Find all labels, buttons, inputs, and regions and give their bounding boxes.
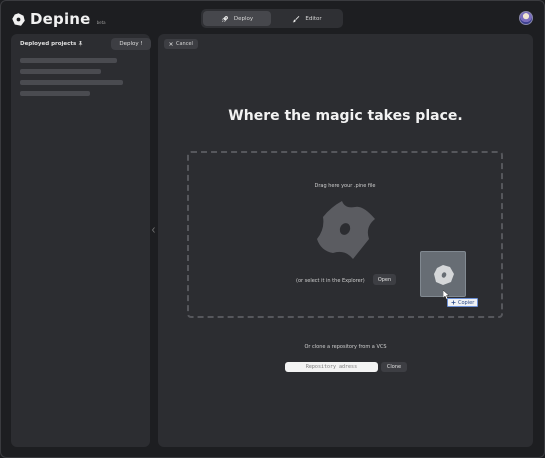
tab-deploy-label: Deploy [233,15,254,22]
sidebar: Deployed projects Deploy ! [11,34,151,447]
copy-drop-label: Copier [458,299,475,306]
user-avatar[interactable] [519,11,533,25]
close-icon [169,42,173,46]
cancel-button-label: Cancel [176,41,193,47]
pine-file-icon [434,265,454,285]
repository-address-input[interactable] [285,362,378,372]
rocket-icon [221,15,228,22]
skeleton-row [20,91,90,96]
file-dropzone[interactable]: Drag here your .pine file (or select it … [187,151,503,318]
cancel-button[interactable]: Cancel [164,39,198,49]
page-title: Where the magic takes place. [228,108,463,124]
open-button[interactable]: Open [373,274,396,285]
sidebar-title: Deployed projects [20,41,83,47]
deploy-button[interactable]: Deploy ! [111,38,151,50]
tab-editor-label: Editor [305,15,322,22]
pine-file-icon [317,201,375,259]
depine-logo-icon [12,12,25,26]
dropzone-select-text: (or select it in the Explorer) [296,278,365,284]
tab-editor[interactable]: Editor [273,11,341,26]
resize-handle-icon[interactable] [152,227,155,233]
brush-icon [293,15,300,22]
sidebar-title-label: Deployed projects [20,41,77,47]
plus-icon [451,300,456,305]
version-badge: beta [96,19,106,25]
clone-button[interactable]: Clone [381,362,407,372]
app-window: Depine beta Deploy Editor Deployed proje… [0,0,545,458]
tab-deploy[interactable]: Deploy [203,11,271,26]
main-panel: Cancel Where the magic takes place. Drag… [158,34,533,447]
skeleton-row [20,69,101,74]
copy-drop-badge: Copier [447,298,479,307]
skeleton-row [20,58,117,63]
mode-switch: Deploy Editor [201,9,343,28]
skeleton-row [20,80,123,85]
app-logo[interactable]: Depine beta [11,10,106,28]
vcs-label: Or clone a repository from a VCS [304,344,387,350]
pin-icon [78,41,83,47]
dropzone-instruction: Drag here your .pine file [314,183,376,189]
app-name: Depine [30,10,91,28]
